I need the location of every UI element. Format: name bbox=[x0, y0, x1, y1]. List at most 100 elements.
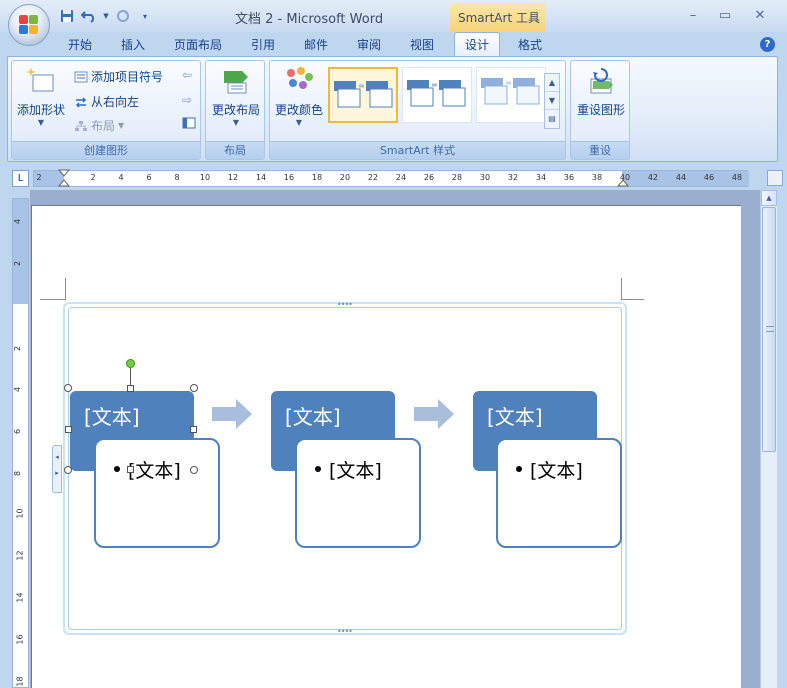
help-icon[interactable]: ? bbox=[760, 37, 775, 52]
resize-handle[interactable] bbox=[190, 466, 198, 474]
group-create-graphic: 添加形状 ▼ 添加项目符号 从右向左 布局 ▼ ⇦ ⇨ 创建图形 bbox=[11, 60, 201, 160]
bullet-icon bbox=[516, 465, 522, 472]
text-pane-icon bbox=[182, 117, 196, 129]
resize-handle[interactable] bbox=[127, 466, 134, 473]
horizontal-ruler[interactable]: 2 2 4 6 8 10 12 14 16 18 20 22 24 26 28 30 32 34 36 38 40 42 4… bbox=[33, 169, 749, 187]
resize-handle[interactable] bbox=[127, 385, 134, 392]
tab-insert[interactable]: 插入 bbox=[121, 36, 145, 53]
ruler-top-margin bbox=[13, 199, 28, 304]
right-to-left-icon bbox=[74, 96, 88, 108]
customize-qat-icon[interactable]: ▾ bbox=[136, 8, 154, 24]
tab-mailings[interactable]: 邮件 bbox=[304, 36, 328, 53]
office-button[interactable] bbox=[8, 4, 50, 46]
ruler-number: 10 bbox=[199, 173, 211, 182]
change-layout-button[interactable]: 更改布局 ▼ bbox=[206, 65, 266, 127]
close-button[interactable]: ✕ bbox=[750, 8, 770, 23]
undo-icon[interactable] bbox=[80, 8, 98, 24]
smartart-tools-context-header: SmartArt 工具 bbox=[450, 3, 545, 33]
tab-home[interactable]: 开始 bbox=[68, 36, 92, 53]
group-smartart-styles: 更改颜色 ▼ ▲ ▼ ▤ SmartArt 样式 bbox=[269, 60, 566, 160]
text-pane-button[interactable] bbox=[182, 117, 196, 129]
frame-handle-bottom-icon[interactable]: •••• bbox=[337, 627, 353, 636]
style-thumbnail[interactable] bbox=[328, 67, 398, 123]
ruler-number: 24 bbox=[395, 173, 407, 182]
demote-button[interactable]: ⇨ bbox=[182, 93, 192, 107]
vertical-scrollbar[interactable]: ▲ bbox=[760, 190, 777, 688]
style-thumbnail[interactable] bbox=[402, 67, 472, 123]
rotate-handle-icon[interactable] bbox=[126, 359, 135, 368]
frame-handle-top-icon[interactable]: •••• bbox=[337, 300, 353, 309]
resize-handle[interactable] bbox=[65, 426, 72, 433]
chevron-down-icon: ▼ bbox=[37, 118, 45, 127]
resize-handle[interactable] bbox=[190, 384, 198, 392]
change-layout-icon bbox=[220, 65, 252, 97]
ruler-number: 26 bbox=[423, 173, 435, 182]
gallery-up-icon[interactable]: ▲ bbox=[545, 74, 559, 92]
reset-graphic-button[interactable]: 重设图形 bbox=[571, 65, 631, 118]
scroll-thumb[interactable] bbox=[762, 207, 776, 452]
change-colors-button[interactable]: 更改颜色 ▼ bbox=[270, 65, 328, 127]
flow-arrow-icon bbox=[414, 399, 454, 429]
ruler-number: 14 bbox=[255, 173, 267, 182]
crop-mark bbox=[621, 278, 622, 300]
ruler-number: 2 bbox=[13, 260, 23, 267]
right-to-left-button[interactable]: 从右向左 bbox=[74, 93, 139, 110]
tab-references[interactable]: 引用 bbox=[251, 36, 275, 53]
group-label: 布局 bbox=[206, 141, 264, 159]
window-title: 文档 2 - Microsoft Word bbox=[235, 12, 384, 27]
add-bullet-button[interactable]: 添加项目符号 bbox=[74, 68, 163, 85]
promote-button[interactable]: ⇦ bbox=[182, 68, 192, 82]
crop-mark bbox=[622, 299, 644, 300]
tab-selector[interactable]: L bbox=[12, 170, 29, 187]
ruler-number: 14 bbox=[15, 592, 25, 603]
add-shape-button[interactable]: 添加形状 ▼ bbox=[14, 65, 68, 127]
minimize-button[interactable]: – bbox=[683, 8, 703, 23]
ruler-number: 10 bbox=[15, 508, 25, 519]
crop-mark bbox=[40, 299, 65, 300]
title-bar: ▼ ▾ 文档 2 - Microsoft Word SmartArt 工具 – … bbox=[0, 0, 787, 33]
expand-left-icon: ◂ bbox=[55, 453, 59, 461]
smartart-node-body[interactable]: [文本] bbox=[496, 438, 622, 548]
save-icon[interactable] bbox=[58, 8, 76, 24]
right-indent-marker-icon[interactable] bbox=[617, 177, 629, 187]
ruler-number: 46 bbox=[703, 173, 715, 182]
style-gallery: ▲ ▼ ▤ bbox=[328, 67, 560, 129]
tab-format[interactable]: 格式 bbox=[518, 36, 542, 53]
tab-design[interactable]: 设计 bbox=[454, 32, 501, 57]
palette-icon bbox=[283, 65, 315, 97]
ruler-number: 18 bbox=[15, 676, 25, 687]
chevron-down-icon: ▼ bbox=[118, 121, 125, 130]
ruler-number: 4 bbox=[13, 386, 23, 393]
resize-handle[interactable] bbox=[190, 426, 197, 433]
flow-arrow-icon bbox=[212, 399, 252, 429]
redo-icon[interactable] bbox=[114, 8, 132, 24]
ruler-number: 48 bbox=[731, 173, 743, 182]
ruler-bar: L 2 2 4 6 8 10 12 14 16 18 20 22 24 26 28 30 32 34 36 38 40 4… bbox=[0, 164, 787, 188]
indent-marker-icon[interactable] bbox=[58, 169, 70, 187]
resize-handle[interactable] bbox=[64, 384, 72, 392]
group-reset: 重设图形 重设 bbox=[570, 60, 630, 160]
smartart-node-body[interactable]: [文本] bbox=[94, 438, 220, 548]
view-ruler-icon[interactable] bbox=[767, 170, 783, 186]
style-thumbnail[interactable] bbox=[476, 67, 546, 123]
ruler-number: 2 bbox=[36, 173, 42, 182]
text-pane-toggle[interactable]: ◂ ▸ bbox=[52, 445, 62, 493]
gallery-down-icon[interactable]: ▼ bbox=[545, 92, 559, 110]
resize-handle[interactable] bbox=[64, 466, 72, 474]
ruler-number: 20 bbox=[339, 173, 351, 182]
tab-page-layout[interactable]: 页面布局 bbox=[174, 36, 222, 53]
layout-dropdown[interactable]: 布局 ▼ bbox=[74, 117, 124, 134]
maximize-button[interactable]: ▭ bbox=[715, 8, 735, 23]
tab-view[interactable]: 视图 bbox=[410, 36, 434, 53]
gallery-more-icon[interactable]: ▤ bbox=[545, 110, 559, 128]
chevron-down-icon: ▼ bbox=[232, 118, 240, 127]
smartart-node-body[interactable]: [文本] bbox=[295, 438, 421, 548]
scroll-up-icon[interactable]: ▲ bbox=[761, 190, 777, 206]
ruler-number: 8 bbox=[174, 173, 180, 182]
undo-dropdown-icon[interactable]: ▼ bbox=[102, 8, 110, 24]
vertical-ruler[interactable]: 4 2 2 4 6 8 10 12 14 16 18 bbox=[12, 198, 29, 688]
ribbon: 添加形状 ▼ 添加项目符号 从右向左 布局 ▼ ⇦ ⇨ 创建图形 更改布局 ▼ … bbox=[7, 56, 778, 162]
ruler-number: 2 bbox=[90, 173, 96, 182]
tab-review[interactable]: 审阅 bbox=[357, 36, 381, 53]
org-chart-icon bbox=[74, 120, 88, 132]
